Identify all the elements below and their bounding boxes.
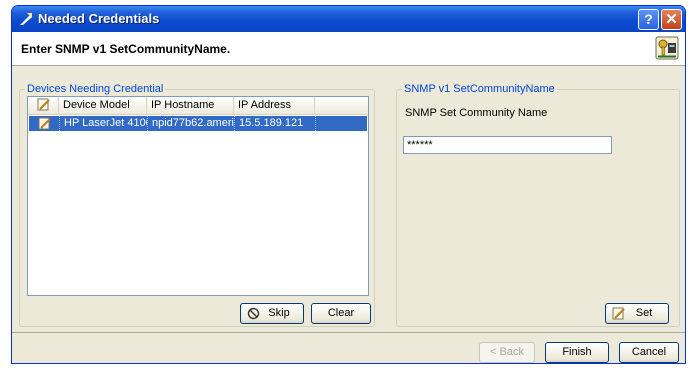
- cell-device-model: HP LaserJet 4100: [60, 116, 148, 131]
- column-header-device-model[interactable]: Device Model: [59, 97, 147, 114]
- cell-ip-address: 15.5.189.121: [235, 116, 316, 131]
- back-label: < Back: [490, 346, 524, 358]
- set-icon: [612, 307, 625, 320]
- finish-button[interactable]: Finish: [545, 342, 609, 363]
- column-header-ip-hostname[interactable]: IP Hostname: [147, 97, 234, 114]
- snmp-setcommunityname-group: SNMP v1 SetCommunityName SNMP Set Commun…: [396, 83, 680, 327]
- clear-label: Clear: [327, 307, 355, 319]
- back-button[interactable]: < Back: [479, 342, 535, 363]
- clear-button[interactable]: Clear: [311, 303, 371, 324]
- skip-button[interactable]: Skip: [240, 303, 304, 324]
- cell-ip-hostname: npid77b62.ameri...: [148, 116, 235, 131]
- finish-label: Finish: [562, 346, 592, 358]
- community-name-label: SNMP Set Community Name: [405, 107, 548, 119]
- edit-pencil-icon: [38, 117, 51, 130]
- column-header-ip-address[interactable]: IP Address: [234, 97, 315, 114]
- snmp-group-label: SNMP v1 SetCommunityName: [402, 83, 557, 95]
- set-label: Set: [635, 307, 653, 319]
- devices-group-label: Devices Needing Credential: [25, 83, 166, 95]
- wizard-header: Enter SNMP v1 SetCommunityName.: [12, 32, 685, 66]
- table-row[interactable]: HP LaserJet 4100 npid77b62.ameri... 15.5…: [29, 116, 367, 131]
- footer-divider: [12, 332, 685, 333]
- close-button[interactable]: ✕: [661, 9, 682, 30]
- devices-needing-credential-group: Devices Needing Credential Device Model …: [19, 83, 375, 327]
- column-header-icon[interactable]: [28, 97, 59, 114]
- wizard-icon: [20, 13, 32, 25]
- cancel-button[interactable]: Cancel: [619, 342, 679, 363]
- list-header: Device Model IP Hostname IP Address: [28, 97, 368, 115]
- credential-key-icon: [655, 36, 679, 60]
- skip-icon: [247, 307, 260, 320]
- cancel-label: Cancel: [631, 346, 667, 358]
- devices-list[interactable]: Device Model IP Hostname IP Address HP L…: [27, 96, 369, 296]
- help-button[interactable]: ?: [638, 9, 659, 30]
- credentials-window: Needed Credentials ? ✕ Enter SNMP v1 Set…: [11, 5, 686, 364]
- help-icon: ?: [644, 11, 653, 27]
- close-icon: ✕: [665, 11, 678, 28]
- window-title: Needed Credentials: [38, 11, 160, 26]
- title-bar[interactable]: Needed Credentials ? ✕: [12, 6, 685, 32]
- page-title: Enter SNMP v1 SetCommunityName.: [21, 42, 231, 56]
- edit-pencil-icon: [37, 98, 50, 111]
- row-icon-cell: [29, 116, 60, 131]
- community-name-input[interactable]: [403, 136, 612, 154]
- set-button[interactable]: Set: [605, 303, 669, 324]
